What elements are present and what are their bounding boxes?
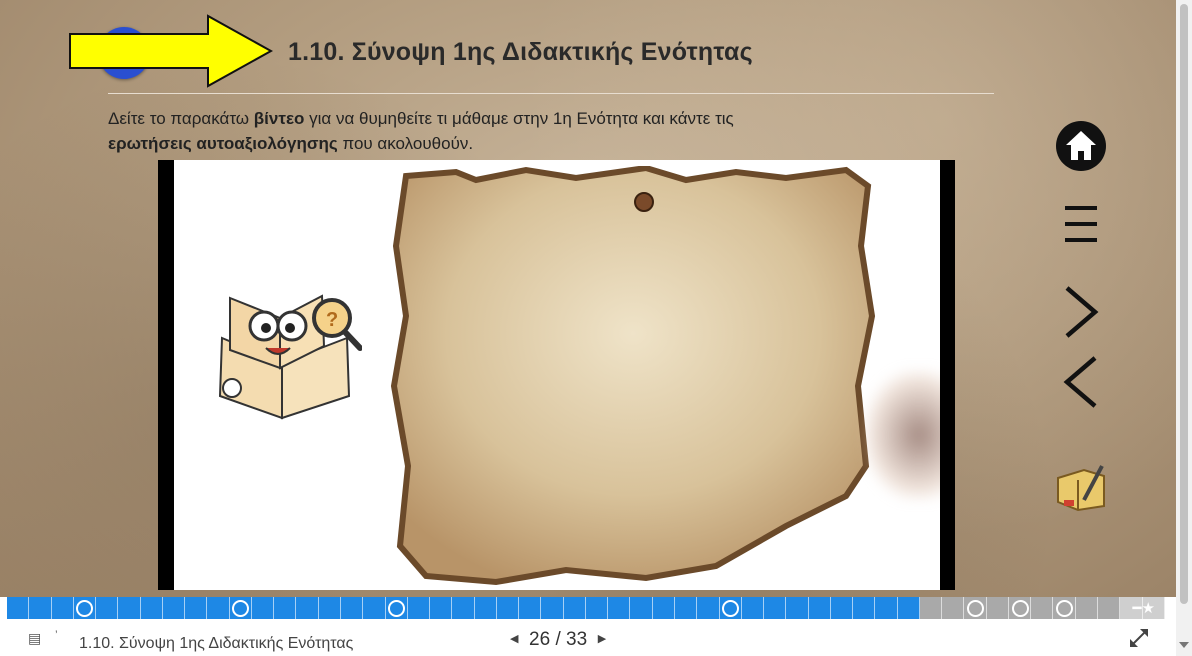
star-icon: ━★	[1132, 600, 1155, 617]
lesson-stage: 1.10. Σύνοψη 1ης Διδακτικής Ενότητας Δεί…	[0, 0, 1176, 597]
progress-marker-icon	[76, 600, 94, 617]
progress-segment[interactable]	[608, 597, 631, 619]
progress-marker-icon	[1056, 600, 1074, 617]
progress-segment[interactable]	[430, 597, 453, 619]
progress-segment[interactable]	[875, 597, 898, 619]
intro-text-part: Δείτε το παρακάτω	[108, 109, 254, 128]
total-pages-number: 33	[566, 629, 588, 650]
progress-segment[interactable]	[408, 597, 431, 619]
footer-bar: ▤ ’ 1.10. Σύνοψη 1ης Διδακτικής Ενότητας…	[0, 622, 1176, 656]
page-title: 1.10. Σύνοψη 1ης Διδακτικής Ενότητας	[288, 38, 753, 66]
fullscreen-icon[interactable]	[1128, 627, 1150, 649]
progress-marker-icon	[388, 600, 406, 617]
progress-segment[interactable]	[296, 597, 319, 619]
progress-segment[interactable]	[964, 597, 987, 619]
pointer-arrow-icon	[69, 14, 273, 88]
progress-segment[interactable]	[1031, 597, 1054, 619]
next-page-button[interactable]	[1046, 284, 1116, 340]
parchment-image	[390, 166, 876, 586]
progress-segment[interactable]	[386, 597, 408, 619]
video-player[interactable]: ?	[158, 160, 955, 590]
current-page-number: 26	[529, 629, 551, 650]
progress-segment[interactable]	[898, 597, 920, 619]
progress-segment[interactable]	[185, 597, 208, 619]
progress-bar[interactable]: ━★	[7, 597, 1165, 619]
progress-segment[interactable]	[475, 597, 497, 619]
progress-marker-icon	[232, 600, 250, 617]
next-arrow-icon	[1065, 286, 1099, 338]
progress-segment[interactable]	[163, 597, 186, 619]
book-mascot-image: ?	[218, 294, 362, 420]
progress-segment[interactable]	[230, 597, 252, 619]
progress-segment[interactable]	[29, 597, 52, 619]
progress-segment[interactable]	[742, 597, 765, 619]
hand-drawing-blur	[864, 370, 940, 500]
progress-segment[interactable]	[1053, 597, 1076, 619]
progress-segment[interactable]	[519, 597, 542, 619]
page-separator: /	[555, 629, 561, 650]
intro-text-part: για να θυμηθείτε τι μάθαμε στην 1η Ενότη…	[304, 109, 734, 128]
progress-segment[interactable]	[942, 597, 965, 619]
progress-segment[interactable]	[252, 597, 275, 619]
intro-questions-word: ερωτήσεις αυτοαξιολόγησης	[108, 134, 338, 153]
intro-video-word: βίντεο	[253, 109, 305, 128]
progress-segment[interactable]	[697, 597, 720, 619]
progress-segment[interactable]	[809, 597, 831, 619]
intro-text-part: που ακολουθούν.	[337, 134, 474, 153]
intro-text: Δείτε το παρακάτω βίντεο για να θυμηθείτ…	[108, 106, 988, 156]
next-page-arrow[interactable]: ▶	[598, 632, 606, 645]
progress-segment[interactable]	[497, 597, 520, 619]
scroll-down-icon[interactable]	[1179, 642, 1189, 648]
prev-page-arrow[interactable]: ◀	[510, 632, 518, 645]
progress-segment[interactable]	[207, 597, 230, 619]
home-button[interactable]	[1046, 120, 1116, 172]
page-scrollbar[interactable]	[1176, 0, 1192, 656]
svg-text:?: ?	[326, 309, 338, 331]
notes-button[interactable]	[1046, 462, 1116, 512]
progress-segment[interactable]	[720, 597, 742, 619]
progress-segment[interactable]	[586, 597, 609, 619]
progress-segment[interactable]	[986, 597, 1009, 619]
progress-segment[interactable]	[452, 597, 475, 619]
notebook-icon	[1057, 465, 1105, 512]
progress-segment[interactable]	[1098, 597, 1121, 619]
progress-segment[interactable]	[630, 597, 653, 619]
footer-page-title: 1.10. Σύνοψη 1ης Διδακτικής Ενότητας	[79, 635, 354, 652]
progress-segment[interactable]	[764, 597, 787, 619]
progress-segment[interactable]	[853, 597, 876, 619]
progress-segment[interactable]	[96, 597, 119, 619]
progress-segment[interactable]	[1008, 597, 1032, 619]
progress-segment[interactable]	[653, 597, 675, 619]
progress-segment[interactable]	[274, 597, 297, 619]
prev-page-button[interactable]	[1046, 354, 1116, 410]
home-icon	[1056, 121, 1106, 171]
progress-segment[interactable]	[341, 597, 364, 619]
caret-icon: ’	[55, 628, 58, 642]
menu-button[interactable]	[1046, 202, 1116, 246]
menu-icon	[1065, 206, 1097, 242]
progress-segment[interactable]	[831, 597, 854, 619]
prev-arrow-icon	[1063, 356, 1097, 408]
progress-marker-icon	[722, 600, 740, 617]
progress-segment[interactable]	[118, 597, 141, 619]
table-of-contents-icon[interactable]: ▤	[28, 630, 41, 647]
progress-segment[interactable]	[919, 597, 943, 619]
video-frame[interactable]: ?	[174, 160, 940, 590]
progress-segment[interactable]	[541, 597, 564, 619]
title-divider	[108, 93, 994, 94]
progress-segment[interactable]	[52, 597, 74, 619]
progress-marker-icon	[967, 600, 985, 617]
progress-segment[interactable]	[7, 597, 30, 619]
progress-segment[interactable]	[74, 597, 97, 619]
progress-segment[interactable]	[675, 597, 698, 619]
progress-segment[interactable]	[319, 597, 341, 619]
page-counter: ◀ 26 / 33 ▶	[510, 629, 606, 651]
scrollbar-thumb[interactable]	[1180, 4, 1188, 604]
progress-segment[interactable]	[564, 597, 586, 619]
progress-segment[interactable]	[141, 597, 163, 619]
progress-segment[interactable]	[363, 597, 386, 619]
progress-marker-icon	[1011, 600, 1029, 617]
progress-segment[interactable]	[786, 597, 809, 619]
progress-segment[interactable]	[1075, 597, 1099, 619]
